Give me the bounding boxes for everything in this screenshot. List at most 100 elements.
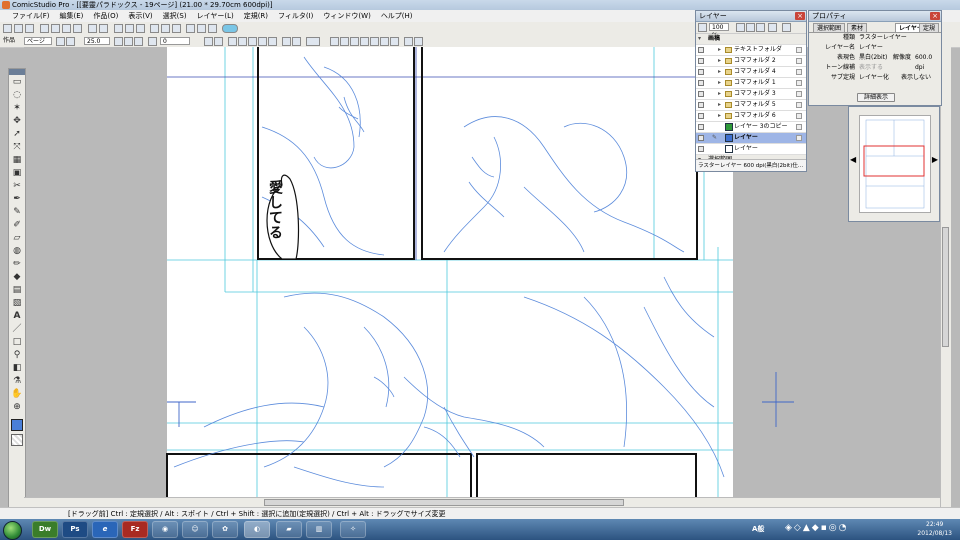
hide-checkbox[interactable]: 表示しない (901, 73, 931, 83)
marker-mode-icon[interactable] (350, 37, 359, 46)
fit-page-icon[interactable] (114, 37, 123, 46)
rotation-field[interactable]: 0 (160, 37, 190, 45)
pattern-icon[interactable]: ▧ (11, 297, 23, 309)
media-taskbar-button[interactable]: ◉ (152, 521, 178, 538)
color-mode-icon[interactable] (404, 37, 413, 46)
layer-panel-header[interactable]: レイヤー × (696, 11, 806, 22)
snap-grid-icon[interactable] (238, 37, 247, 46)
actual-size-icon[interactable] (134, 37, 143, 46)
layer-row[interactable]: レイヤー (696, 144, 806, 155)
clock[interactable]: 22:49 2012/08/13 (917, 520, 952, 538)
show-border-icon[interactable] (292, 37, 301, 46)
pattern-mode-icon[interactable] (380, 37, 389, 46)
shape-tool-icon[interactable]: □ (11, 336, 23, 348)
paint-taskbar-button[interactable]: ✿ (212, 521, 238, 538)
visibility-icon[interactable] (698, 102, 704, 108)
duplicate-layer-icon[interactable] (756, 23, 765, 32)
pencil-icon[interactable]: ✎ (11, 206, 23, 218)
flip-h-icon[interactable] (204, 37, 213, 46)
panel-toggle-icon[interactable] (186, 24, 195, 33)
color-mode-value[interactable]: 黒白(2bit) (859, 53, 887, 63)
text-tool-icon[interactable]: A (11, 310, 23, 322)
magic-wand-icon[interactable]: ✶ (11, 102, 23, 114)
layer-row[interactable]: ▸ コマフォルダ 3 (696, 89, 806, 100)
menu-view[interactable]: 表示(V) (123, 10, 157, 22)
navigator-right-icon[interactable]: ▶ (932, 155, 938, 164)
zoom-icon[interactable] (114, 24, 123, 33)
eyedropper-icon[interactable]: ⚲ (11, 349, 23, 361)
navigator-left-icon[interactable]: ◀ (850, 155, 856, 164)
fit-width-icon[interactable] (124, 37, 133, 46)
collapse-icon[interactable]: ▾ (698, 34, 701, 44)
transparent-color-swatch[interactable] (11, 434, 23, 446)
tone-mode-icon[interactable] (370, 37, 379, 46)
folder-taskbar-button[interactable]: ▰ (276, 521, 302, 538)
pan-icon[interactable] (125, 24, 134, 33)
layer-row[interactable]: ▸ コマフォルダ 4 (696, 67, 806, 78)
flip-v-icon[interactable] (214, 37, 223, 46)
layer-row[interactable]: レイヤー 3のコピー (696, 122, 806, 133)
eraser-icon[interactable]: ▱ (11, 232, 23, 244)
new-layer-icon[interactable] (736, 23, 745, 32)
filezilla-taskbar-button[interactable]: Fz (122, 521, 148, 538)
ruler-toggle-icon[interactable] (161, 24, 170, 33)
frame-tool-icon[interactable]: ▣ (11, 167, 23, 179)
tab-selection[interactable]: 選択範囲 (813, 23, 846, 32)
vertical-scrollbar[interactable] (940, 47, 951, 507)
visibility-icon[interactable] (698, 80, 704, 86)
visibility-icon[interactable] (698, 91, 704, 97)
navigator-toggle-icon[interactable] (197, 24, 206, 33)
layer-row[interactable]: ▸ コマフォルダ 2 (696, 56, 806, 67)
expand-icon[interactable]: ▸ (718, 100, 721, 110)
close-icon[interactable]: × (795, 12, 805, 20)
layer-group-row[interactable]: ▾ 画稿 (696, 34, 806, 45)
photoshop-taskbar-button[interactable]: Ps (62, 521, 88, 538)
opacity-field[interactable]: 100 % (709, 23, 729, 39)
menu-file[interactable]: ファイル(F) (0, 10, 55, 22)
delete-layer-icon[interactable] (782, 23, 791, 32)
layer-row[interactable]: ▸ コマフォルダ 1 (696, 78, 806, 89)
expand-icon[interactable]: ▸ (718, 45, 721, 55)
fill-icon[interactable]: ◆ (11, 271, 23, 283)
rotate-icon[interactable] (136, 24, 145, 33)
expand-icon[interactable]: ▸ (718, 67, 721, 77)
show-ruler-icon[interactable] (258, 37, 267, 46)
airbrush-icon[interactable]: ◍ (11, 245, 23, 257)
menu-layer[interactable]: レイヤー(L) (192, 10, 239, 22)
undo-icon[interactable] (88, 24, 97, 33)
grid-toggle-icon[interactable] (172, 24, 181, 33)
sub-ruler-checkbox[interactable]: レイヤー化 (859, 73, 889, 83)
page-next-icon[interactable] (66, 37, 75, 46)
object-select-icon[interactable]: ➚ (11, 128, 23, 140)
visibility-icon[interactable] (698, 124, 704, 130)
tone-tool-icon[interactable]: ◧ (11, 362, 23, 374)
layer-lock-icon[interactable] (698, 23, 707, 32)
tab-ruler[interactable]: 定規 (919, 23, 940, 32)
rotate-left-icon[interactable] (148, 37, 157, 46)
horizontal-scroll-thumb[interactable] (264, 499, 624, 506)
zoom-tool-icon[interactable]: ⊕ (11, 401, 23, 413)
expand-icon[interactable]: ▸ (718, 78, 721, 88)
new-icon[interactable] (3, 24, 12, 33)
layer-property-icon[interactable] (768, 23, 777, 32)
redo-icon[interactable] (99, 24, 108, 33)
print-icon[interactable] (40, 24, 49, 33)
new-folder-icon[interactable] (746, 23, 755, 32)
hand-icon[interactable]: ✋ (11, 388, 23, 400)
display-mode-icon[interactable] (306, 37, 320, 46)
expand-icon[interactable]: ▸ (718, 89, 721, 99)
layer-row[interactable]: ▸ テキストフォルダ (696, 45, 806, 56)
expand-icon[interactable]: ▸ (718, 111, 721, 121)
expand-icon[interactable]: ▸ (718, 56, 721, 66)
online-icon[interactable] (222, 24, 238, 33)
navigator-preview[interactable] (859, 115, 931, 213)
layer-name-field[interactable]: レイヤー (859, 43, 883, 53)
grid-mode-icon[interactable] (390, 37, 399, 46)
pencil-mode-icon[interactable] (340, 37, 349, 46)
zoom-field[interactable]: 25.0 (84, 37, 110, 45)
ime-indicator[interactable]: A般 (752, 524, 764, 534)
page-prev-icon[interactable] (56, 37, 65, 46)
property-toggle-icon[interactable] (208, 24, 217, 33)
show-grid-icon[interactable] (268, 37, 277, 46)
lasso-icon[interactable]: ◌ (11, 89, 23, 101)
